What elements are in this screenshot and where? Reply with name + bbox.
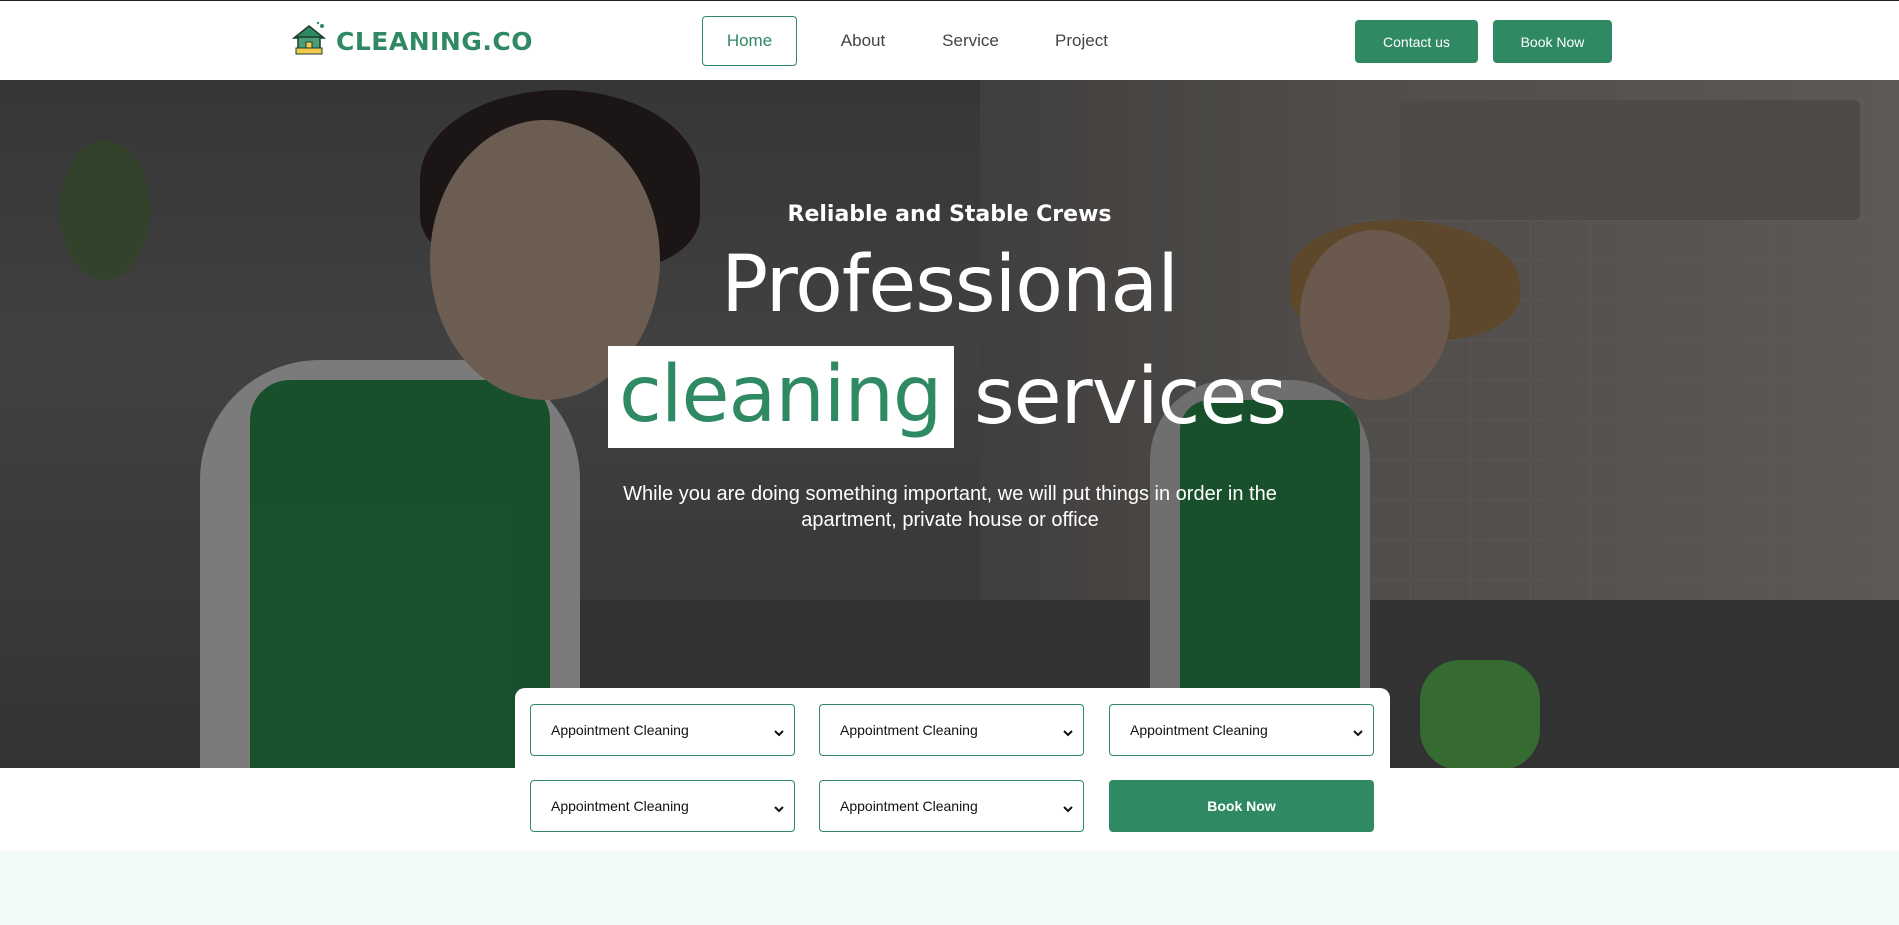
chevron-down-icon	[1063, 725, 1073, 737]
booking-select-1[interactable]: Appointment Cleaning	[530, 704, 795, 756]
chevron-down-icon	[1063, 801, 1073, 813]
hero-title-highlight: cleaning	[608, 346, 954, 448]
hero-title-line2: cleaning services	[608, 346, 1287, 448]
hero-title-rest: services	[974, 352, 1287, 442]
nav-home[interactable]: Home	[702, 16, 797, 66]
nav-service[interactable]: Service	[940, 16, 1001, 66]
brand-logo[interactable]: CLEANING.CO	[290, 20, 533, 63]
booking-select-3-value: Appointment Cleaning	[1130, 722, 1268, 738]
main-nav: Home About Service Project	[702, 16, 1110, 66]
site-header: CLEANING.CO Home About Service Project C…	[0, 1, 1899, 80]
booking-select-1-value: Appointment Cleaning	[551, 722, 689, 738]
booking-select-2-value: Appointment Cleaning	[840, 722, 978, 738]
chevron-down-icon	[774, 801, 784, 813]
hero-subtitle: Reliable and Stable Crews	[787, 202, 1112, 227]
booking-select-5-value: Appointment Cleaning	[840, 798, 978, 814]
booking-select-3[interactable]: Appointment Cleaning	[1109, 704, 1374, 756]
booking-select-4[interactable]: Appointment Cleaning	[530, 780, 795, 832]
booking-select-2[interactable]: Appointment Cleaning	[819, 704, 1084, 756]
chevron-down-icon	[1353, 725, 1363, 737]
book-now-header-button[interactable]: Book Now	[1493, 20, 1612, 63]
brand-name: CLEANING.CO	[336, 27, 533, 56]
booking-select-5[interactable]: Appointment Cleaning	[819, 780, 1084, 832]
nav-about[interactable]: About	[838, 16, 888, 66]
hero-title-line1: Professional	[721, 240, 1179, 330]
chevron-down-icon	[774, 725, 784, 737]
nav-project[interactable]: Project	[1053, 16, 1110, 66]
house-cleaning-logo-icon	[290, 20, 328, 63]
contact-us-button[interactable]: Contact us	[1355, 20, 1478, 63]
hero-section: Reliable and Stable Crews Professional c…	[0, 80, 1899, 768]
book-now-button[interactable]: Book Now	[1109, 780, 1374, 832]
booking-select-4-value: Appointment Cleaning	[551, 798, 689, 814]
hero-description: While you are doing something important,…	[623, 483, 1277, 531]
